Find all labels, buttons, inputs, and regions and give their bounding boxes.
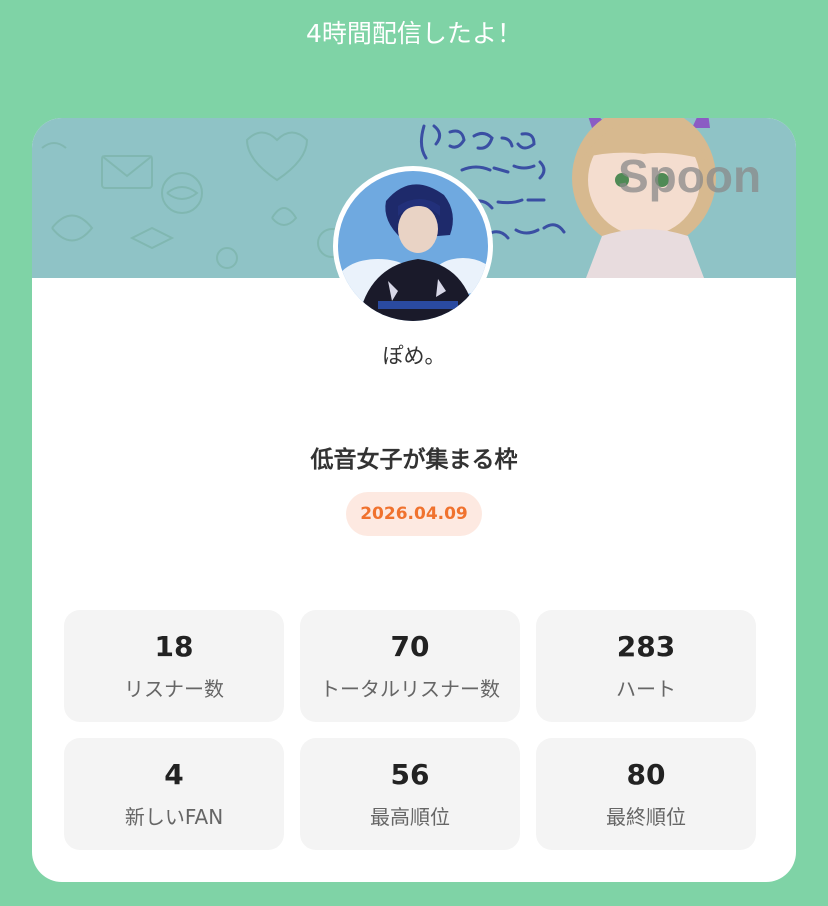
stat-highest-rank: 56 最高順位: [300, 738, 520, 850]
page-title: 4時間配信したよ！: [306, 19, 522, 48]
avatar-image: [338, 171, 488, 321]
stat-value: 283: [616, 630, 676, 663]
stat-final-rank: 80 最終順位: [536, 738, 756, 850]
stat-value: 4: [164, 758, 184, 791]
stat-label: リスナー数: [124, 677, 224, 701]
stat-new-fans: 4 新しいFAN: [64, 738, 284, 850]
stat-hearts: 283 ハート: [536, 610, 756, 722]
broadcast-date-badge: 2026.04.09: [346, 492, 482, 536]
stat-label: ハート: [616, 677, 676, 701]
stat-label: 最終順位: [606, 805, 686, 829]
stat-total-listeners: 70 トータルリスナー数: [300, 610, 520, 722]
broadcast-summary-card: Spoon ぽめ。 低音女子が集まる枠 2026.04.09 18 リスナー数 …: [32, 118, 796, 882]
stat-value: 56: [390, 758, 430, 791]
stat-label: トータルリスナー数: [320, 677, 500, 701]
stat-label: 新しいFAN: [124, 805, 224, 829]
broadcast-title: 低音女子が集まる枠: [310, 447, 518, 473]
stat-label: 最高順位: [370, 805, 450, 829]
avatar[interactable]: [333, 166, 493, 326]
stats-grid: 18 リスナー数 70 トータルリスナー数 283 ハート 4 新しいFAN 5…: [64, 610, 756, 850]
profile-name: ぽめ。: [382, 344, 446, 368]
banner-brand-text: Spoon: [618, 150, 761, 202]
stat-value: 70: [390, 630, 430, 663]
stat-value: 80: [626, 758, 666, 791]
stat-listeners: 18 リスナー数: [64, 610, 284, 722]
stat-value: 18: [154, 630, 194, 663]
